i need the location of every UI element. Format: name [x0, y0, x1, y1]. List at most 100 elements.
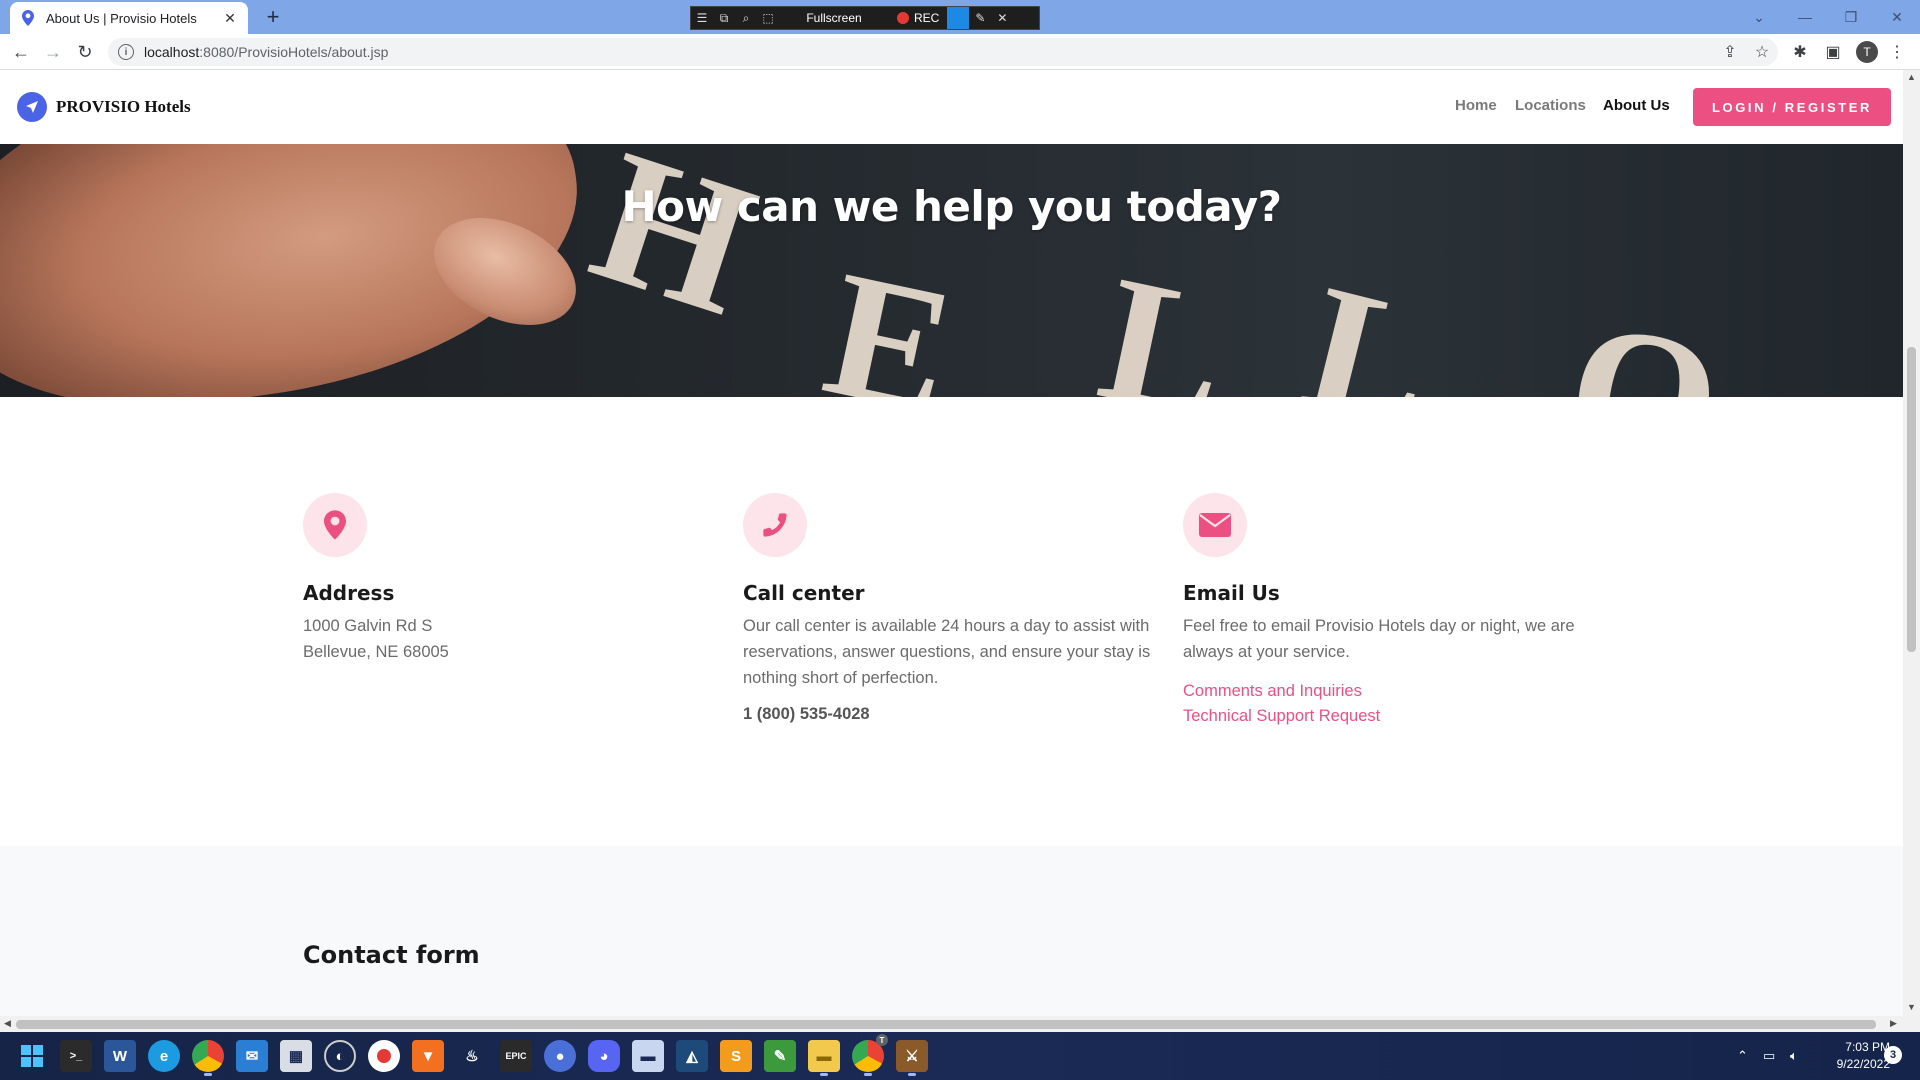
file-explorer-icon[interactable]: ▬ [808, 1040, 840, 1076]
tab-title: About Us | Provisio Hotels [46, 10, 197, 26]
browser-tab-bar: About Us | Provisio Hotels ✕ + ☰ ⧉ ⌕ ⬚ F… [0, 0, 1920, 34]
address-card: Address 1000 Galvin Rd S Bellevue, NE 68… [303, 493, 723, 665]
minimize-icon[interactable]: — [1782, 0, 1828, 34]
system-clock[interactable]: 7:03 PM 9/22/2022 [1810, 1039, 1890, 1073]
chrome-icon[interactable]: T [852, 1034, 888, 1076]
call-center-card: Call center Our call center is available… [743, 493, 1163, 724]
phone-icon [743, 493, 807, 557]
storage-icon[interactable]: ▬ [632, 1040, 664, 1072]
mysql-workbench-icon[interactable]: ◭ [676, 1040, 708, 1072]
bookmark-star-icon[interactable]: ☆ [1751, 42, 1773, 62]
windows-start-icon[interactable] [16, 1040, 48, 1072]
sublime-text-icon[interactable]: S [720, 1040, 752, 1072]
address-line-2: Bellevue, NE 68005 [303, 643, 449, 661]
volume-icon[interactable]: 🔈︎ [1790, 1032, 1798, 1080]
restore-icon[interactable]: ❐ [1828, 0, 1874, 34]
extensions-puzzle-icon[interactable]: ✱ [1789, 42, 1811, 62]
hero-letter: L [1085, 237, 1245, 397]
provisio-logo-compass-icon[interactable] [17, 92, 47, 122]
record-dot-icon [897, 12, 909, 24]
email-links: Comments and Inquiries Technical Support… [1183, 679, 1603, 729]
obs-icon[interactable]: ◐ [324, 1040, 356, 1072]
tab-close-icon[interactable]: ✕ [222, 10, 238, 27]
hero-heading: How can we help you today? [621, 182, 1282, 231]
vertical-scrollbar[interactable]: ▲ ▼ [1903, 70, 1920, 1016]
record-app-icon[interactable] [368, 1040, 400, 1072]
window-close-icon[interactable]: ✕ [1874, 0, 1920, 34]
call-center-phone[interactable]: 1 (800) 535-4028 [743, 705, 1163, 724]
show-hidden-icons-chevron-icon[interactable]: ⌃ [1737, 1032, 1748, 1080]
site-header: PROVISIO Hotels Home Locations About Us … [0, 70, 1903, 144]
login-register-button[interactable]: LOGIN / REGISTER [1693, 88, 1891, 126]
recorder-crop-icon[interactable]: ⬚ [757, 6, 779, 30]
technical-support-link[interactable]: Technical Support Request [1183, 704, 1603, 729]
scroll-down-arrow-icon[interactable]: ▼ [1907, 1002, 1916, 1012]
url-host: localhost [144, 44, 200, 60]
email-title: Email Us [1183, 581, 1280, 605]
profile-avatar[interactable]: T [1856, 41, 1878, 63]
recorder-menu-icon[interactable]: ☰ [691, 6, 713, 30]
scroll-up-arrow-icon[interactable]: ▲ [1907, 72, 1916, 82]
site-info-icon[interactable]: i [118, 44, 134, 60]
reload-icon[interactable]: ↻ [72, 41, 98, 63]
envelope-icon [1183, 493, 1247, 557]
tab-search-icon[interactable]: ⌄ [1736, 0, 1782, 34]
scroll-left-arrow-icon[interactable]: ◀ [4, 1018, 11, 1029]
terminal-icon[interactable]: >_ [60, 1040, 92, 1072]
share-icon[interactable]: ⇪ [1719, 42, 1741, 62]
browser-menu-icon[interactable]: ⋮ [1886, 42, 1908, 62]
network-icon[interactable]: ▭ [1763, 1032, 1775, 1080]
clock-time: 7:03 PM [1845, 1040, 1890, 1054]
word-icon[interactable]: W [104, 1040, 136, 1072]
browser-tab-active[interactable]: About Us | Provisio Hotels ✕ [10, 2, 248, 34]
calculator-icon[interactable]: ▦ [280, 1040, 312, 1072]
recorder-region-icon[interactable]: ⌕ [735, 6, 757, 30]
nav-about-us[interactable]: About Us [1603, 97, 1670, 114]
screen-recorder-toolbar: ☰ ⧉ ⌕ ⬚ Fullscreen REC ✎ ✕ [690, 6, 1040, 30]
hero-letter: E [810, 232, 970, 397]
chrome-canary-icon[interactable] [192, 1040, 224, 1076]
windows-taskbar: >_ W e ✉ ▦ ◐ ▼ ♨ EPIC ● ◕ ▬ ◭ S ✎ ▬ T ⚔ … [0, 1032, 1920, 1080]
recorder-close-icon[interactable]: ✕ [991, 6, 1013, 30]
rec-label: REC [914, 11, 940, 25]
steam-icon[interactable]: ♨ [456, 1040, 488, 1072]
address-bar[interactable]: i localhost:8080/ProvisioHotels/about.js… [108, 38, 1778, 66]
notification-badge[interactable]: 3 [1884, 1046, 1902, 1064]
recorder-pen-icon[interactable]: ✎ [969, 6, 991, 30]
clock-date: 9/22/2022 [1836, 1057, 1890, 1071]
app-blue-orb-icon[interactable]: ● [544, 1040, 576, 1072]
discord-icon[interactable]: ◕ [588, 1040, 620, 1072]
email-text: Feel free to email Provisio Hotels day o… [1183, 617, 1575, 661]
side-panel-icon[interactable]: ▣ [1822, 42, 1844, 62]
recorder-fullscreen-button[interactable]: Fullscreen [779, 11, 889, 25]
comments-inquiries-link[interactable]: Comments and Inquiries [1183, 679, 1603, 704]
game-app-icon[interactable]: ⚔ [896, 1040, 928, 1076]
epic-games-icon[interactable]: EPIC [500, 1040, 532, 1072]
chrome-profile-badge: T [876, 1034, 888, 1046]
horizontal-scrollbar[interactable]: ◀ ▶ [0, 1016, 1920, 1032]
scroll-right-arrow-icon[interactable]: ▶ [1890, 1018, 1897, 1029]
browser-toolbar: ← → ↻ i localhost:8080/ProvisioHotels/ab… [0, 34, 1920, 70]
url-path: :8080/ProvisioHotels/about.jsp [199, 44, 389, 60]
notepad-plus-icon[interactable]: ✎ [764, 1040, 796, 1072]
nav-home[interactable]: Home [1455, 97, 1497, 114]
nav-locations[interactable]: Locations [1515, 97, 1586, 114]
brave-icon[interactable]: ▼ [412, 1040, 444, 1072]
recorder-rec-button[interactable]: REC [889, 11, 947, 25]
address-title: Address [303, 581, 395, 605]
recorder-webcam-icon[interactable] [947, 7, 970, 29]
back-arrow-icon[interactable]: ← [8, 41, 34, 63]
mail-icon[interactable]: ✉ [236, 1040, 268, 1072]
forward-arrow-icon[interactable]: → [40, 41, 66, 63]
contact-form-section: Contact form [0, 846, 1903, 1016]
edge-icon[interactable]: e [148, 1040, 180, 1072]
new-tab-button[interactable]: + [260, 4, 286, 30]
call-center-text: Our call center is available 24 hours a … [743, 617, 1151, 687]
recorder-window-icon[interactable]: ⧉ [713, 6, 735, 30]
vertical-scroll-thumb[interactable] [1907, 347, 1916, 652]
horizontal-scroll-thumb[interactable] [16, 1020, 1876, 1029]
site-brand[interactable]: PROVISIO Hotels [56, 97, 191, 117]
map-pin-icon [303, 493, 367, 557]
email-card: Email Us Feel free to email Provisio Hot… [1183, 493, 1603, 729]
contact-form-title: Contact form [303, 941, 480, 969]
